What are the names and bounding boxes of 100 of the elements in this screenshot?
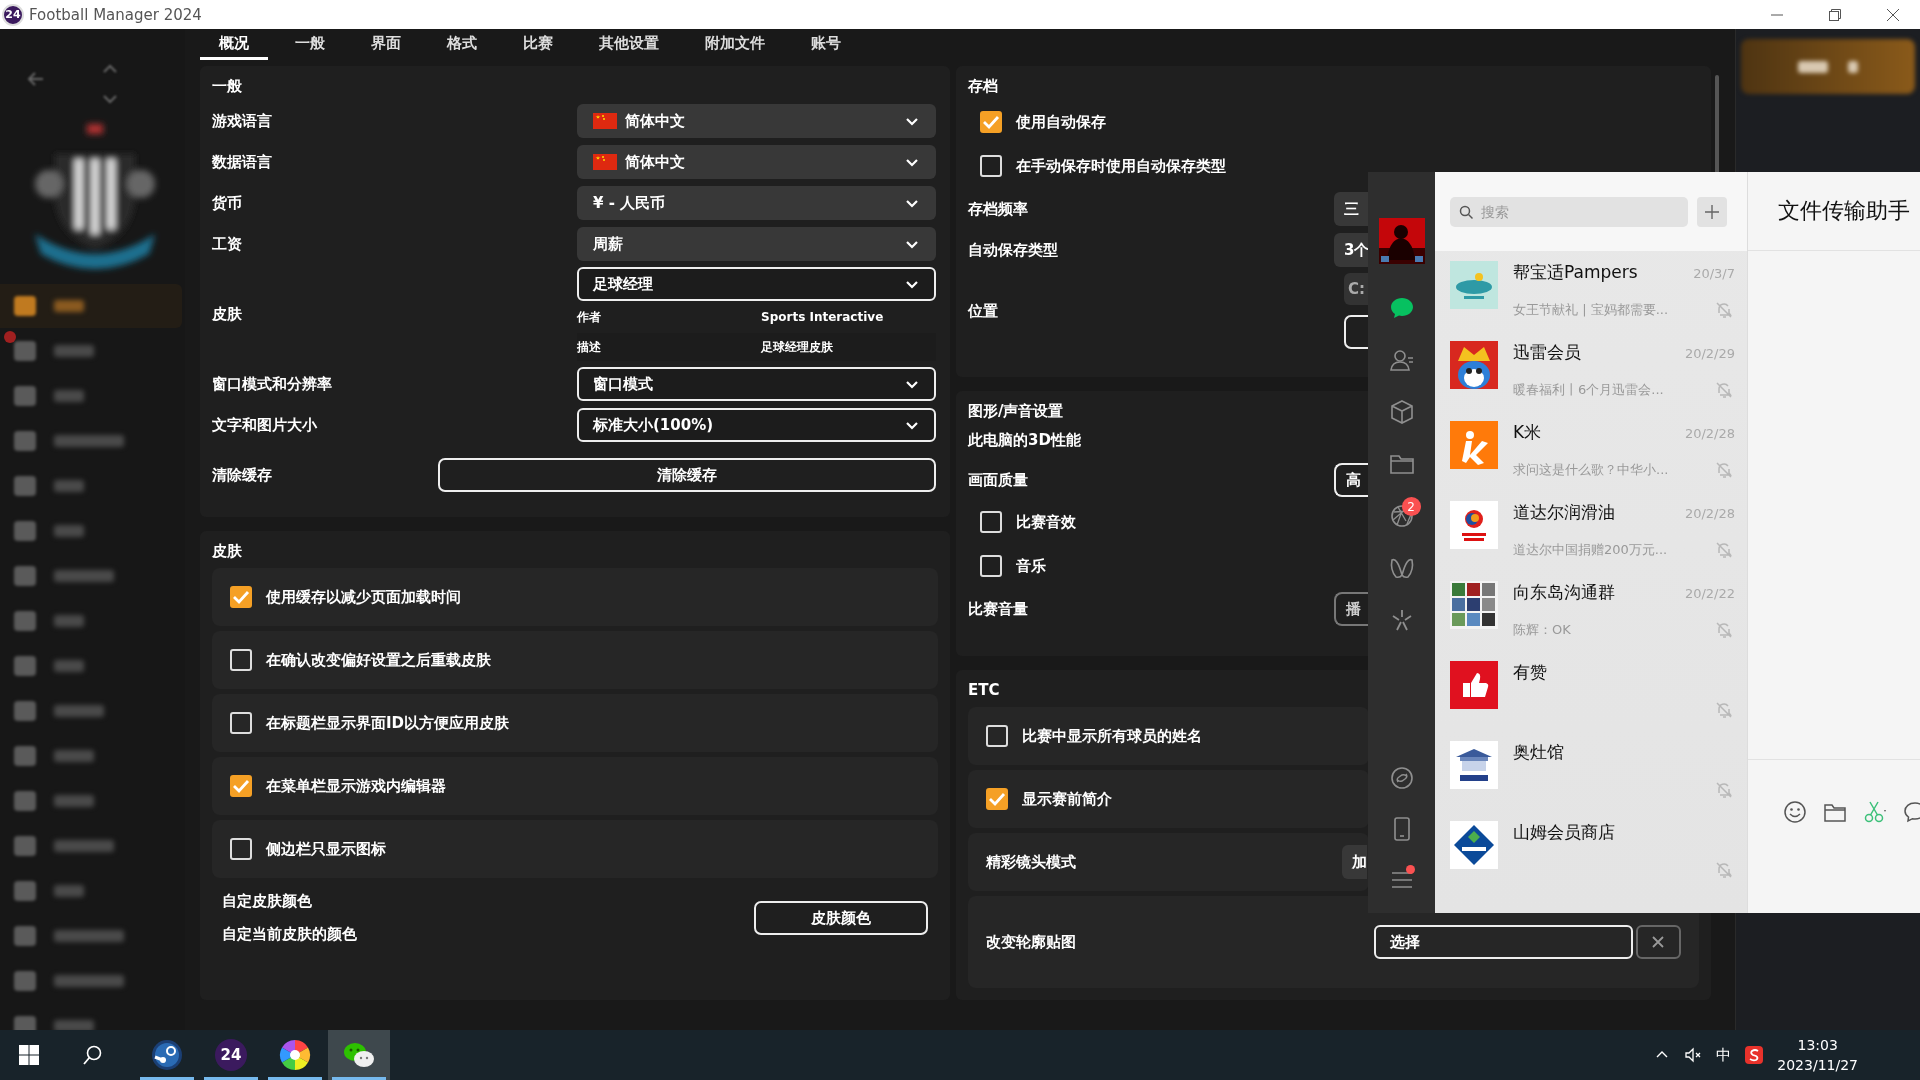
clock-time[interactable]: 13:03 <box>1797 1035 1838 1055</box>
skin-color-button[interactable]: 皮肤颜色 <box>754 901 928 935</box>
blurred-text <box>54 795 94 807</box>
tab[interactable]: 格式 <box>428 29 496 60</box>
tab[interactable]: 比赛 <box>504 29 572 60</box>
sidebar-item[interactable] <box>0 284 182 328</box>
chat-item[interactable]: K米 20/2/28 求问这是什么歌？中华小... <box>1435 411 1747 491</box>
blurred-icon <box>14 971 36 991</box>
dropdown[interactable]: 三 <box>1334 192 1369 226</box>
blurred-icon <box>14 1016 36 1030</box>
blurred-button[interactable] <box>1741 39 1915 94</box>
setting-label: 改变轮廓贴图 <box>986 932 1077 952</box>
path-field[interactable]: C: <box>1344 273 1369 305</box>
tab[interactable]: 其他设置 <box>580 29 678 60</box>
checkbox[interactable] <box>986 788 1008 810</box>
dropdown[interactable]: 足球经理 <box>577 267 936 301</box>
taskbar-app[interactable]: 24 <box>200 1030 262 1080</box>
dropdown[interactable]: 简体中文 <box>577 145 936 179</box>
app-logo: 24 <box>215 1039 247 1071</box>
chat-bubble-icon[interactable] <box>1388 295 1415 321</box>
blurred-icon <box>14 341 36 361</box>
chat-bubble-icon[interactable] <box>1903 800 1920 824</box>
option-label: 使用缓存以减少页面加载时间 <box>266 587 461 607</box>
notification-badge: 2 <box>1401 497 1421 516</box>
scrollbar[interactable] <box>1715 75 1719 175</box>
chat-item[interactable]: 山姆会员商店 <box>1435 811 1747 891</box>
dropdown[interactable]: ¥ - 人民币 <box>577 186 936 220</box>
restore-icon[interactable] <box>1828 7 1842 22</box>
checkbox[interactable] <box>230 649 252 671</box>
select-field[interactable]: 选择 <box>1374 925 1633 959</box>
tab[interactable]: 概况 <box>200 29 268 60</box>
emoji-icon[interactable] <box>1783 800 1807 824</box>
dropdown[interactable]: 标准大小(100%) <box>577 408 936 442</box>
tab[interactable]: 界面 <box>352 29 420 60</box>
dropdown[interactable]: 简体中文 <box>577 104 936 138</box>
chat-item[interactable]: 帮宝适Pampers 20/3/7 女王节献礼 | 宝妈都需要... <box>1435 251 1747 331</box>
chat-preview: 女王节献礼 | 宝妈都需要... <box>1513 301 1669 319</box>
chat-name: 有赞 <box>1513 661 1547 684</box>
blurred-icon <box>14 476 36 496</box>
chat-item[interactable]: 有赞 <box>1435 651 1747 731</box>
setting-label: 工资 <box>212 234 243 254</box>
option-label: 在标题栏显示界面ID以方便应用皮肤 <box>266 713 510 733</box>
checkbox[interactable] <box>230 838 252 860</box>
chat-item[interactable]: 迅雷会员 20/2/29 暖春福利丨6个月迅雷会... <box>1435 331 1747 411</box>
clear-cache-button[interactable]: 清除缓存 <box>438 458 936 492</box>
search-field[interactable]: 搜索 <box>1450 196 1688 227</box>
windows-start-icon[interactable] <box>19 1045 39 1065</box>
checkbox[interactable] <box>986 725 1008 747</box>
checkbox[interactable] <box>230 775 252 797</box>
setting-label: 精彩镜头模式 <box>986 852 1077 872</box>
chat-preview: 暖春福利丨6个月迅雷会... <box>1513 381 1664 399</box>
search-icon[interactable] <box>82 1045 102 1065</box>
blurred-text <box>54 300 84 312</box>
muted-speaker-icon[interactable] <box>1684 1046 1703 1064</box>
person-icon[interactable] <box>1388 347 1415 373</box>
chat-item[interactable]: 向东岛沟通群 20/2/22 陈辉：OK <box>1435 571 1747 651</box>
checkbox[interactable] <box>980 155 1002 177</box>
app-logo: 24 <box>2 3 24 26</box>
chat-name: 向东岛沟通群 <box>1513 581 1615 604</box>
checkbox[interactable] <box>980 511 1002 533</box>
chat-name: 奥灶馆 <box>1513 741 1564 764</box>
clear-button[interactable] <box>1635 925 1681 959</box>
close-icon <box>1651 935 1666 949</box>
blurred-icon <box>14 431 36 451</box>
setting-label: 自动保存类型 <box>968 240 1059 260</box>
checkbox[interactable] <box>230 586 252 608</box>
checkbox[interactable] <box>230 712 252 734</box>
close-icon[interactable] <box>1886 7 1900 22</box>
tab[interactable]: 一般 <box>276 29 344 60</box>
chat-item[interactable]: 道达尔润滑油 20/2/28 道达尔中国捐赠200万元... <box>1435 491 1747 571</box>
section-title: ETC <box>968 680 1000 701</box>
link-icon[interactable] <box>1388 764 1415 791</box>
window-title: Football Manager 2024 <box>29 5 202 24</box>
add-button[interactable] <box>1697 196 1727 227</box>
checkbox[interactable] <box>980 555 1002 577</box>
aperture-icon[interactable] <box>1388 503 1415 529</box>
dropdown[interactable]: 窗口模式 <box>577 367 936 401</box>
cube-icon[interactable] <box>1388 399 1415 425</box>
steam-icon <box>151 1039 183 1071</box>
dropdown[interactable]: 3个 <box>1334 233 1369 267</box>
letter-s-icon[interactable] <box>1745 1046 1764 1064</box>
blurred-text <box>54 345 94 357</box>
blurred-text <box>54 435 124 447</box>
checkbox[interactable] <box>980 111 1002 133</box>
blurred-icon <box>14 926 36 946</box>
dropdown[interactable]: 加 <box>1342 845 1367 879</box>
blurred-icon <box>14 836 36 856</box>
tab[interactable]: 账号 <box>792 29 860 60</box>
setting-label: 画面质量 <box>968 470 1029 490</box>
tab[interactable]: 附加文件 <box>686 29 784 60</box>
chat-item[interactable]: 奥灶馆 <box>1435 731 1747 811</box>
detail-label: 作者 <box>577 308 602 326</box>
setting-label: 游戏语言 <box>212 111 273 131</box>
clock-date[interactable]: 2023/11/27 <box>1777 1055 1858 1075</box>
dropdown[interactable]: 周薪 <box>577 227 936 261</box>
input-method-indicator[interactable]: 中 <box>1716 1045 1732 1065</box>
setting-label: 文字和图片大小 <box>212 415 318 435</box>
chat-title: 文件传输助手 <box>1778 197 1910 225</box>
setting-label: 货币 <box>212 193 243 213</box>
taskbar-app[interactable] <box>328 1030 390 1080</box>
